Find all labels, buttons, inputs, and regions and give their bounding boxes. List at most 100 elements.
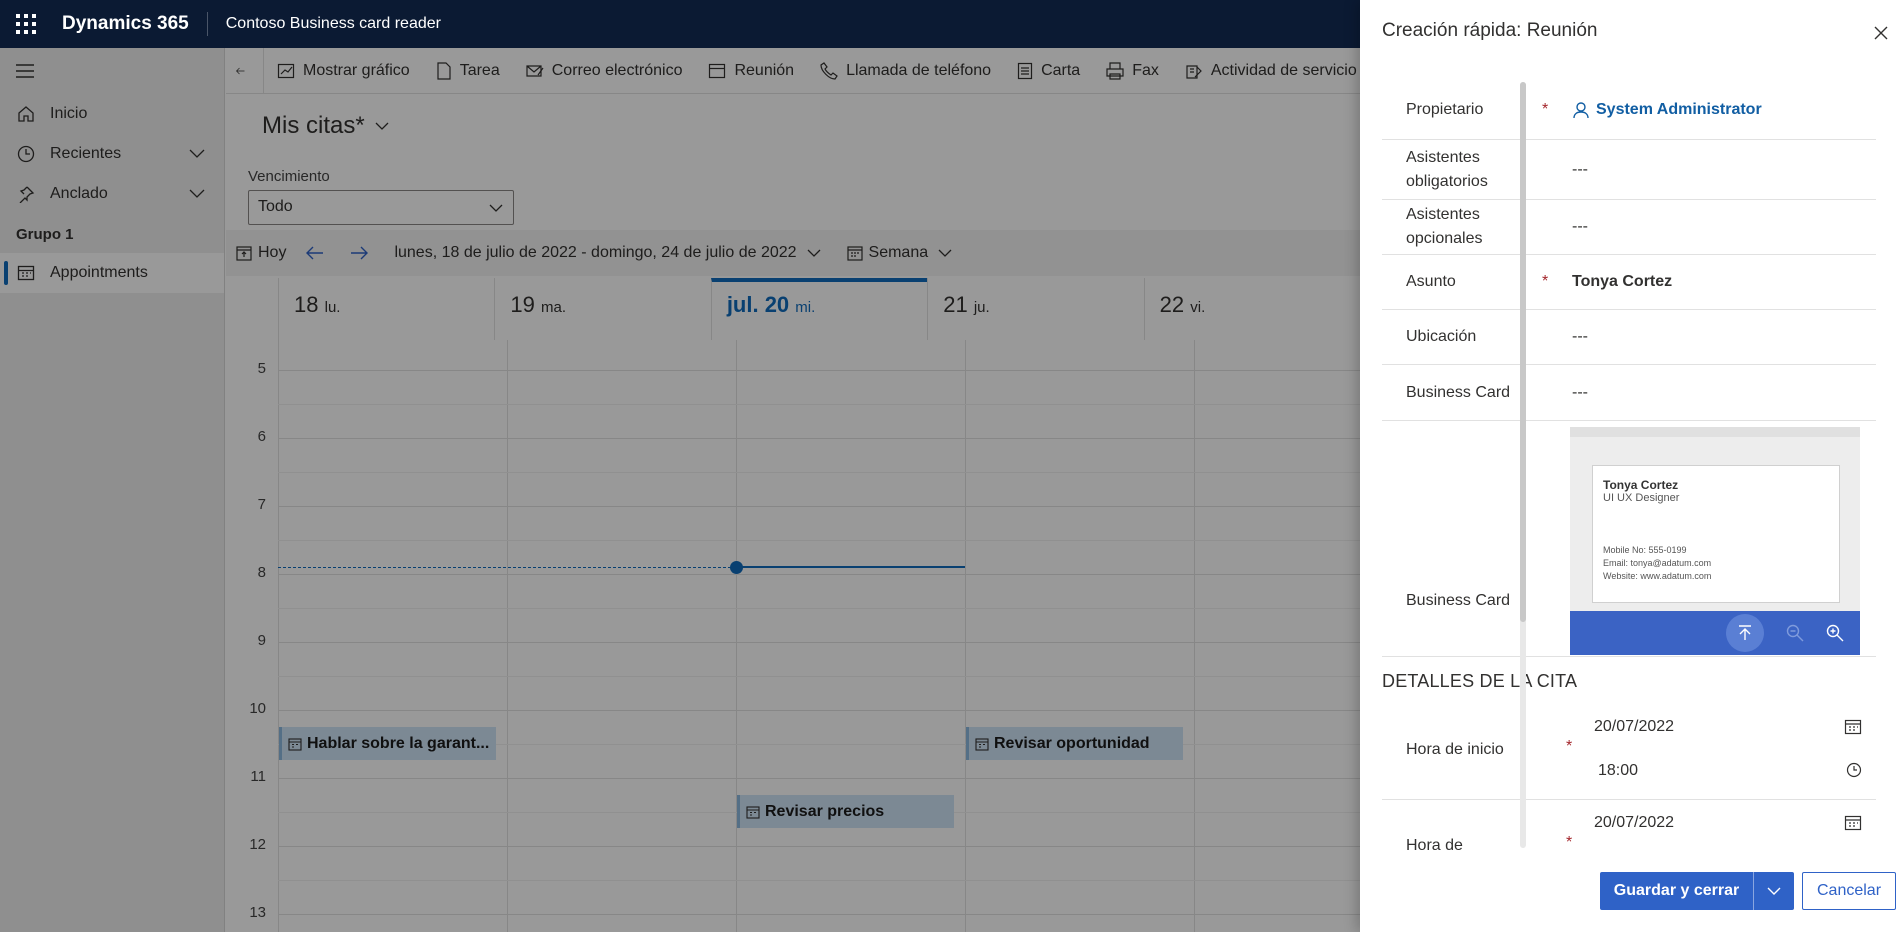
service-activity-icon <box>1186 64 1202 79</box>
back-button[interactable] <box>226 48 264 93</box>
nav-item-appointments[interactable]: Appointments <box>0 253 224 293</box>
day-header[interactable]: 22 vi. <box>1143 278 1360 340</box>
calendar-event[interactable]: Revisar oportunidad <box>966 727 1183 760</box>
filter-label: Vencimiento <box>248 168 330 185</box>
day-name: lu. <box>324 299 341 316</box>
nav-item-anclado[interactable]: Anclado <box>0 174 224 214</box>
nav-item-inicio[interactable]: Inicio <box>0 94 224 134</box>
next-week-button[interactable] <box>340 246 384 260</box>
day-number: 21 <box>943 292 968 317</box>
day-header[interactable]: 18 lu. <box>278 278 494 340</box>
app-launcher-button[interactable] <box>0 0 52 48</box>
service-activity-button[interactable]: Actividad de servicio <box>1172 48 1360 93</box>
field-start-time[interactable]: Hora de inicio * 20/07/2022 18:00 <box>1382 704 1876 800</box>
hour-gridline <box>278 506 1360 507</box>
view-mode-selector[interactable]: Semana <box>837 244 969 262</box>
arrow-right-icon <box>351 246 369 260</box>
nav-item-label: Recientes <box>50 145 122 162</box>
start-date-input[interactable]: 20/07/2022 <box>1594 718 1674 736</box>
email-button[interactable]: Correo electrónico <box>513 48 696 93</box>
field-subject[interactable]: Asunto * Tonya Cortez <box>1382 255 1876 310</box>
field-required-attendees[interactable]: Asistentes obligatorios --- <box>1382 140 1876 200</box>
nav-item-label: Inicio <box>50 105 88 122</box>
home-icon <box>18 106 34 122</box>
date-range-picker[interactable]: lunes, 18 de julio de 2022 - domingo, 24… <box>384 244 836 262</box>
arrow-left-icon <box>236 67 245 74</box>
start-time-input[interactable]: 18:00 <box>1598 762 1638 780</box>
field-business-card-text[interactable]: Business Card --- <box>1382 365 1876 421</box>
calendar-icon[interactable] <box>1844 718 1862 736</box>
command-label: Reunión <box>734 61 795 79</box>
hour-gridline <box>278 438 1360 439</box>
phone-call-button[interactable]: Llamada de teléfono <box>807 48 1004 93</box>
chevron-down-icon[interactable] <box>188 184 206 202</box>
day-header[interactable]: 19 ma. <box>494 278 710 340</box>
phone-icon <box>820 61 838 80</box>
nav-item-recientes[interactable]: Recientes <box>0 134 224 174</box>
end-date-input[interactable]: 20/07/2022 <box>1594 814 1674 832</box>
required-indicator: * <box>1542 100 1549 118</box>
nav-toggle-button[interactable] <box>0 48 224 94</box>
day-header[interactable]: 21 ju. <box>927 278 1143 340</box>
save-options-button[interactable] <box>1754 884 1794 898</box>
section-heading: DETALLES DE LA CITA <box>1382 671 1578 691</box>
hour-gridline <box>278 710 1360 711</box>
show-chart-button[interactable]: Mostrar gráfico <box>264 48 423 93</box>
field-owner[interactable]: Propietario * System Administrator <box>1382 80 1876 140</box>
zoom-in-icon[interactable] <box>1826 624 1844 642</box>
zoom-out-icon[interactable] <box>1786 624 1804 642</box>
clock-icon[interactable] <box>1846 762 1862 778</box>
calendar-icon[interactable] <box>1844 814 1862 832</box>
required-attendees-value[interactable]: --- <box>1570 161 1876 179</box>
brand-title[interactable]: Dynamics 365 <box>52 12 208 36</box>
save-and-close-button[interactable]: Guardar y cerrar <box>1600 872 1794 910</box>
day-number: 18 <box>294 292 319 317</box>
panel-scrollbar[interactable] <box>1520 82 1526 848</box>
hour-gridline <box>278 846 1360 847</box>
hour-gridline <box>278 370 1360 371</box>
half-hour-gridline <box>278 540 1360 541</box>
upload-button[interactable] <box>1726 614 1764 652</box>
business-card-value[interactable]: --- <box>1570 384 1876 402</box>
nav-item-label: Appointments <box>50 264 148 281</box>
half-hour-gridline <box>278 880 1360 881</box>
card-mobile: Mobile No: 555-0199 <box>1603 545 1687 555</box>
main-content: Mostrar gráfico Tarea Correo electrónico… <box>226 48 1360 932</box>
half-hour-gridline <box>278 404 1360 405</box>
field-end-time[interactable]: Hora de finalización * 20/07/2022 <box>1382 800 1876 850</box>
command-label: Carta <box>1041 61 1081 79</box>
cancel-button[interactable]: Cancelar <box>1802 872 1896 910</box>
panel-title: Creación rápida: Reunión <box>1382 20 1598 41</box>
field-location[interactable]: Ubicación --- <box>1382 310 1876 365</box>
location-value[interactable]: --- <box>1570 328 1876 346</box>
task-button[interactable]: Tarea <box>423 48 513 93</box>
meeting-button[interactable]: Reunión <box>695 48 807 93</box>
calendar-event[interactable]: Revisar precios <box>737 795 954 828</box>
fax-button[interactable]: Fax <box>1093 48 1172 93</box>
calendar-event[interactable]: Hablar sobre la garant... <box>279 727 496 760</box>
chevron-down-icon[interactable] <box>188 144 206 162</box>
hour-label: 9 <box>257 632 266 649</box>
field-label: Business Card <box>1406 383 1511 401</box>
field-optional-attendees[interactable]: Asistentes opcionales --- <box>1382 200 1876 255</box>
command-bar: Mostrar gráfico Tarea Correo electrónico… <box>226 48 1360 94</box>
day-name: ju. <box>973 299 990 316</box>
day-header[interactable]: jul. 20 mi. <box>710 278 928 340</box>
appointment-icon <box>975 737 989 751</box>
appointment-icon <box>746 805 760 819</box>
view-selector[interactable]: Mis citas* <box>262 112 389 140</box>
command-label: Correo electrónico <box>551 61 683 79</box>
quick-create-form: Propietario * System Administrator Asist… <box>1382 80 1876 850</box>
today-button[interactable]: Hoy <box>226 244 296 262</box>
app-name[interactable]: Contoso Business card reader <box>208 15 441 33</box>
due-filter-select[interactable]: Todo <box>248 190 514 225</box>
scrollbar-thumb[interactable] <box>1520 82 1526 622</box>
optional-attendees-value[interactable]: --- <box>1570 218 1876 236</box>
previous-week-button[interactable] <box>296 246 340 260</box>
owner-lookup[interactable]: System Administrator <box>1570 101 1876 119</box>
current-time-line <box>278 567 736 569</box>
close-icon[interactable] <box>1874 26 1888 40</box>
calendar-grid[interactable]: Hablar sobre la garant... Revisar oportun… <box>278 340 1360 932</box>
letter-button[interactable]: Carta <box>1004 48 1093 93</box>
subject-value[interactable]: Tonya Cortez <box>1570 273 1876 291</box>
